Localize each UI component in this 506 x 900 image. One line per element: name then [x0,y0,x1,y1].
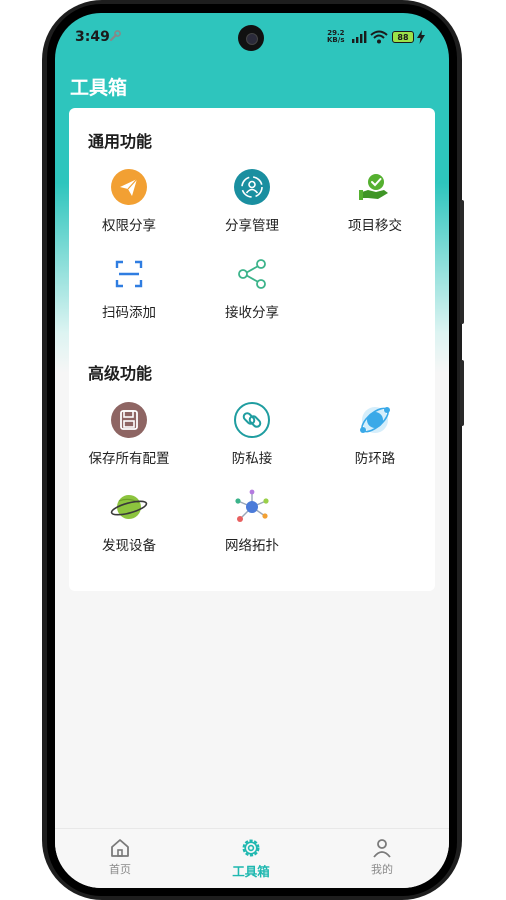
battery-indicator: 88 [392,31,414,43]
app-screen: 3:49 29.2 KB/s 88 工具箱 通用功能 权限分享 分享管理 项目移… [55,13,449,888]
section-title-general: 通用功能 [88,132,153,151]
tool-receive-share[interactable]: 接收分享 [192,255,312,333]
nav-label-me: 我的 [371,863,393,876]
tool-label: 扫码添加 [102,305,156,321]
tool-save-all-config[interactable]: 保存所有配置 [69,401,189,479]
speed-unit: KB/s [327,36,345,44]
volume-button [460,200,464,324]
tool-label: 权限分享 [102,218,156,234]
tool-scan-add[interactable]: 扫码添加 [69,255,189,333]
nav-me[interactable]: 我的 [337,837,427,877]
tool-label: 发现设备 [102,538,156,554]
wifi-icon [370,30,388,44]
tool-label: 防环路 [354,451,396,467]
tool-discover-devices[interactable]: 发现设备 [69,488,189,566]
bottom-nav: 首页 工具箱 我的 [55,828,449,888]
scan-icon [110,255,148,293]
tool-label: 防私接 [231,451,273,467]
nav-label-home: 首页 [109,863,131,876]
nav-label-toolbox: 工具箱 [232,864,270,879]
link-icon [233,401,271,439]
tool-project-transfer[interactable]: 项目移交 [315,168,435,246]
share-manage-icon [233,168,271,206]
tool-share-manage[interactable]: 分享管理 [192,168,312,246]
tool-label: 分享管理 [225,218,279,234]
tool-label: 接收分享 [225,305,279,321]
tools-card: 通用功能 权限分享 分享管理 项目移交 扫码添加 接收分享 高级功能 保存所有配… [69,108,435,591]
signal-icon [352,31,367,43]
floppy-disk-icon [110,401,148,439]
page-title: 工具箱 [70,77,128,99]
user-icon [373,839,391,858]
status-bar: 3:49 29.2 KB/s 88 [55,13,449,59]
nav-home[interactable]: 首页 [75,837,165,877]
front-camera [238,25,264,51]
tool-network-topology[interactable]: 网络拓扑 [192,488,312,566]
tool-permission-share[interactable]: 权限分享 [69,168,189,246]
section-title-advanced: 高级功能 [88,364,153,383]
wrench-icon [109,30,121,42]
power-button [460,360,464,426]
hand-check-icon [356,168,394,206]
tool-label: 网络拓扑 [225,538,279,554]
topology-icon [233,488,271,526]
home-icon [111,839,129,857]
paper-plane-icon [110,168,148,206]
gear-icon [242,839,260,857]
tool-label: 保存所有配置 [88,451,170,467]
planet-icon [110,488,148,526]
tool-anti-loop[interactable]: 防环路 [315,401,435,479]
tool-anti-private-access[interactable]: 防私接 [192,401,312,479]
loop-orbit-icon [356,401,394,439]
nav-toolbox[interactable]: 工具箱 [206,837,296,880]
share-nodes-icon [233,255,271,293]
network-speed: 29.2 KB/s [327,30,344,44]
charging-icon [417,30,425,44]
status-time: 3:49 [75,29,110,45]
tool-label: 项目移交 [348,218,402,234]
